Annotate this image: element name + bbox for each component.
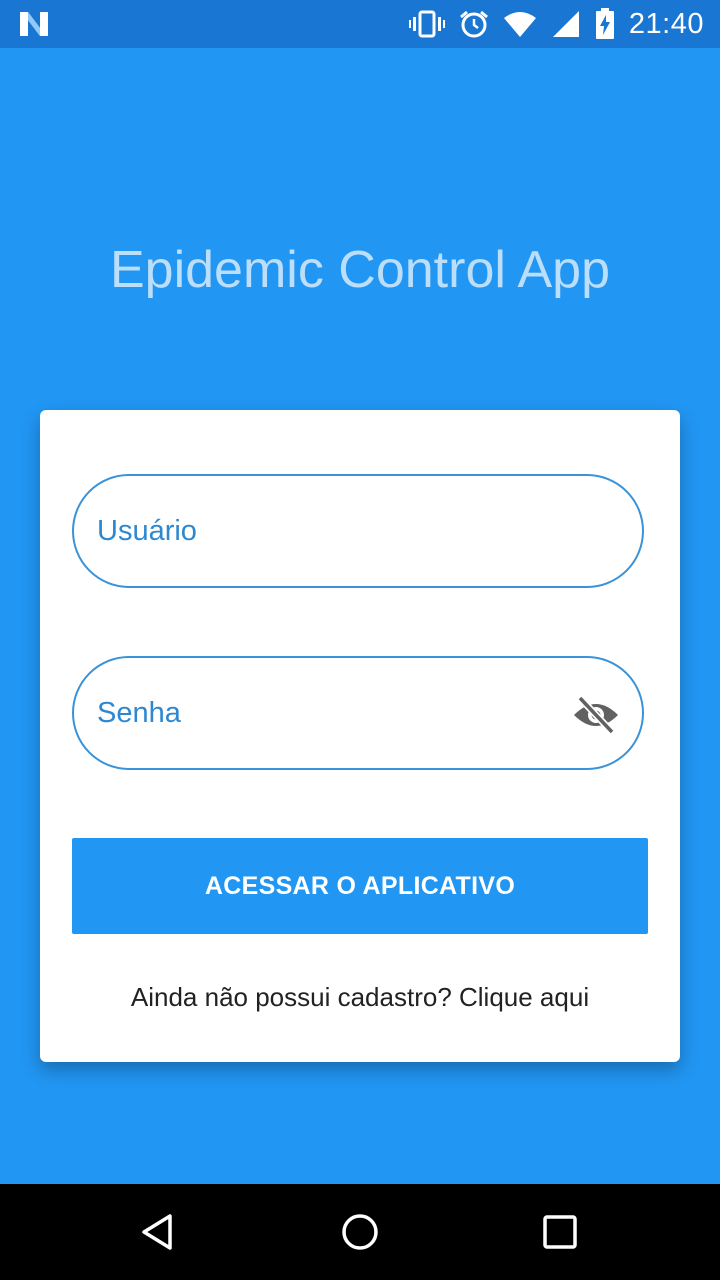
visibility-off-icon[interactable]	[572, 695, 620, 735]
signup-link[interactable]: Ainda não possui cadastro? Clique aqui	[40, 982, 680, 1013]
vibrate-icon	[408, 10, 445, 38]
password-label: Senha	[97, 696, 181, 729]
login-card: Usuário Senha ACESSAR O APLICATIVO Ainda…	[40, 410, 680, 1062]
status-clock: 21:40	[628, 7, 704, 40]
status-icons: 21:40	[408, 0, 704, 48]
username-label: Usuário	[97, 514, 197, 547]
signal-icon	[552, 11, 579, 37]
wifi-icon	[503, 12, 536, 37]
recents-icon[interactable]	[536, 1208, 584, 1256]
alarm-icon	[459, 10, 488, 38]
home-icon[interactable]	[336, 1208, 384, 1256]
navigation-bar	[0, 1184, 720, 1280]
username-field[interactable]: Usuário	[72, 474, 644, 588]
password-field[interactable]: Senha	[72, 656, 644, 770]
notification-n-icon	[20, 12, 48, 36]
back-icon[interactable]	[136, 1208, 184, 1256]
battery-charging-icon	[595, 8, 614, 39]
login-button[interactable]: ACESSAR O APLICATIVO	[72, 838, 648, 934]
status-bar: 21:40	[0, 0, 720, 48]
app-title: Epidemic Control App	[109, 241, 611, 299]
